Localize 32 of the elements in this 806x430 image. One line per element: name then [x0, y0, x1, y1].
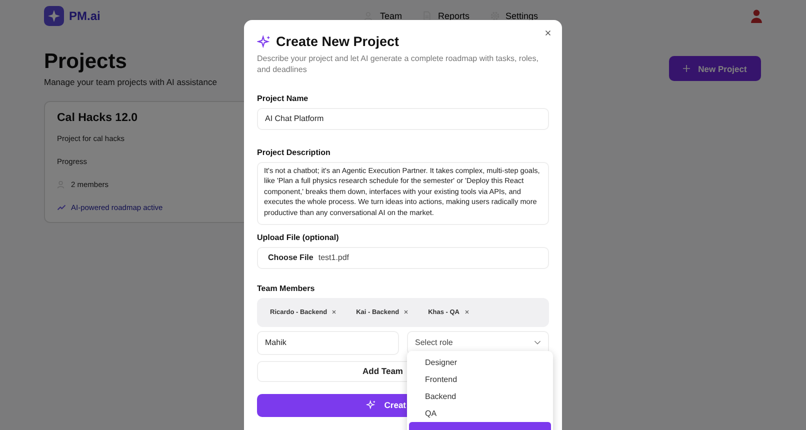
dialog-description: Describe your project and let AI generate a complete roadmap with tasks, roles, and deadlines — [257, 54, 540, 76]
field-label: Upload File (optional) — [257, 232, 340, 242]
plus-icon — [683, 65, 690, 72]
choose-file-button[interactable]: Choose File — [268, 253, 314, 262]
people-icon — [364, 11, 374, 21]
app-logo-text: PM.ai — [69, 9, 100, 23]
logo-icon — [44, 6, 64, 26]
trend-icon — [57, 203, 66, 212]
nav-link[interactable]: Team — [364, 11, 402, 21]
new-project-button[interactable]: New Project — [669, 56, 761, 81]
page-title: Projects — [44, 50, 128, 74]
close-icon[interactable] — [545, 30, 551, 36]
chevron-down-icon — [534, 340, 541, 346]
member-name-input[interactable]: Mahik — [257, 330, 399, 355]
page-subtitle: Manage your team projects with AI assistance — [44, 77, 217, 87]
nav-link[interactable]: Settings — [490, 11, 538, 21]
sparkles-icon — [366, 400, 376, 410]
gear-icon — [490, 11, 500, 21]
remove-icon[interactable] — [404, 310, 408, 314]
remove-icon[interactable] — [464, 310, 468, 314]
avatar-icon[interactable] — [751, 9, 762, 23]
field-label: Team Members — [257, 284, 316, 293]
project-title: Cal Hacks 12.0 — [57, 112, 139, 124]
project-name-input[interactable]: AI Chat Platform — [257, 108, 549, 130]
people-icon — [57, 180, 66, 189]
file-name: test1.pdf — [318, 253, 350, 262]
sparkles-icon — [257, 34, 271, 48]
dialog-title: Create New Project — [276, 34, 400, 49]
file-upload-field[interactable]: Choose File test1.pdf — [257, 246, 549, 269]
remove-icon[interactable] — [332, 310, 336, 314]
field-label: Project Description — [257, 148, 332, 157]
field-label: Project Name — [257, 94, 310, 103]
